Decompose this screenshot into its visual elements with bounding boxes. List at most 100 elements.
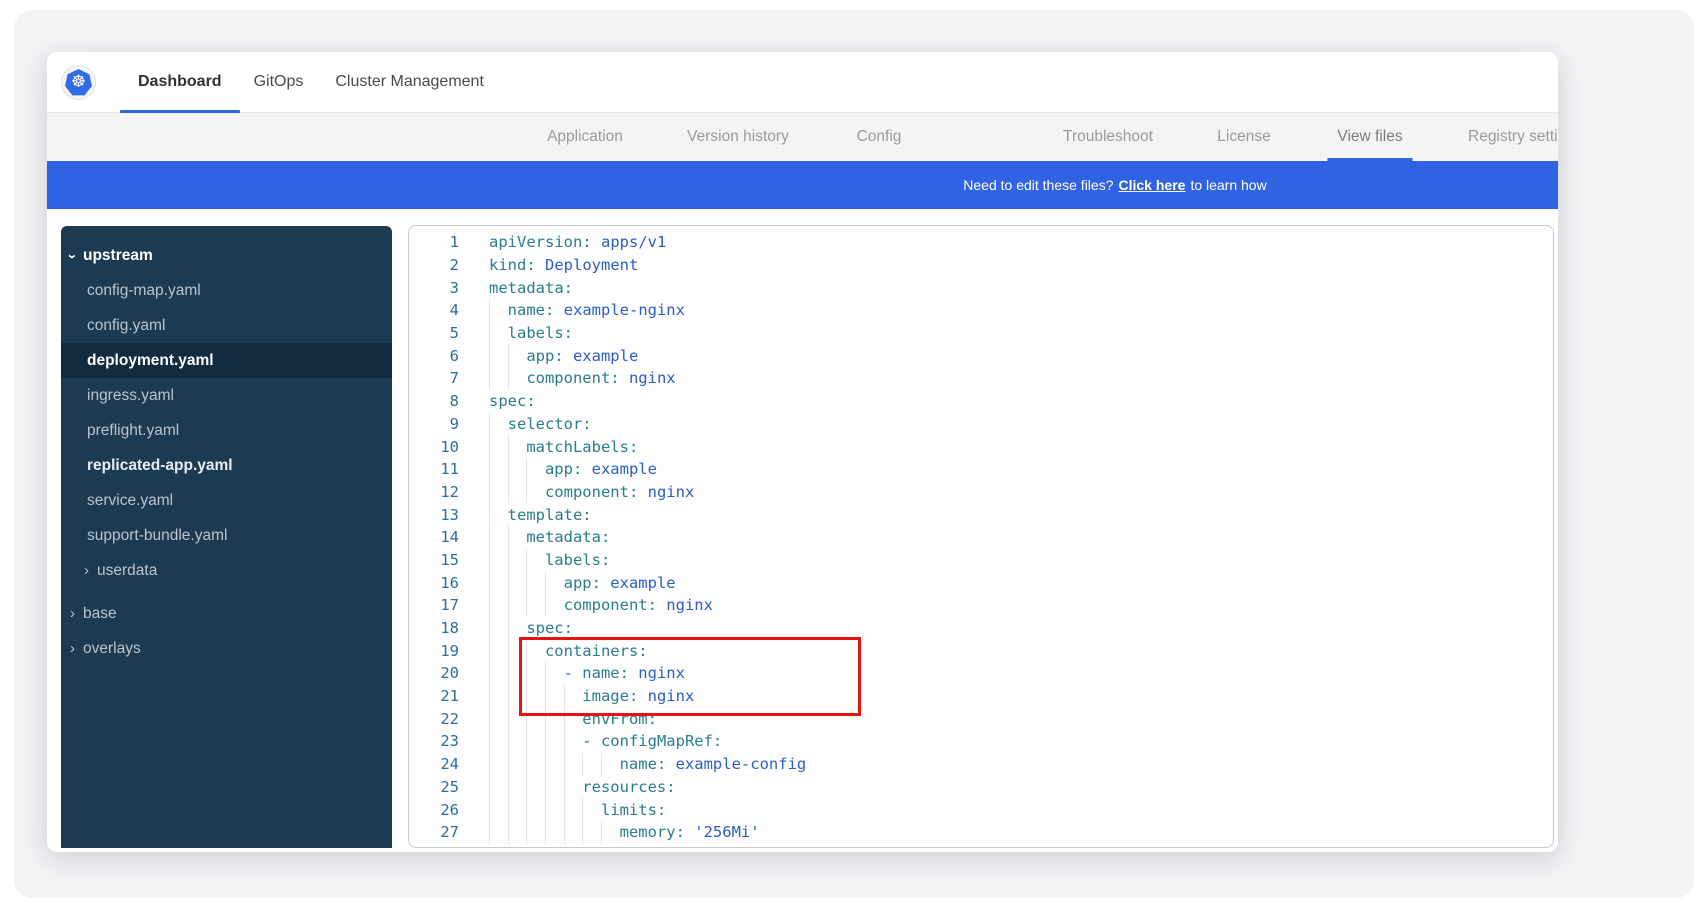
- code-line-12: 12component: nginx: [409, 481, 1553, 504]
- tab-license[interactable]: License: [1217, 113, 1270, 161]
- indent-guide: [526, 571, 545, 594]
- yaml-key: apiVersion:: [489, 233, 592, 251]
- tab-view-files[interactable]: View files: [1337, 113, 1402, 161]
- file-replicated-app-yaml[interactable]: replicated-app.yaml: [61, 448, 392, 483]
- yaml-key: metadata:: [489, 279, 573, 297]
- folder-base[interactable]: › base: [61, 596, 392, 631]
- indent-guide: [489, 730, 508, 753]
- yaml-key: name:: [620, 755, 667, 773]
- tree-item-label: replicated-app.yaml: [87, 457, 233, 475]
- code-line-22: 22envFrom:: [409, 707, 1553, 730]
- tree-item-label: upstream: [83, 247, 153, 265]
- line-number: 26: [409, 801, 459, 819]
- tree-item-label: overlays: [83, 640, 141, 658]
- line-number: 13: [409, 506, 459, 524]
- code-line-14: 14metadata:: [409, 526, 1553, 549]
- tab-application[interactable]: Application: [547, 113, 623, 161]
- file-service-yaml[interactable]: service.yaml: [61, 483, 392, 518]
- yaml-key: labels:: [545, 551, 610, 569]
- yaml-value: example-nginx: [554, 301, 685, 319]
- tab-version-history[interactable]: Version history: [687, 113, 789, 161]
- indent-guide: [508, 617, 527, 640]
- line-number: 20: [409, 664, 459, 682]
- chevron-right-icon[interactable]: ›: [70, 605, 75, 622]
- tab-dashboard[interactable]: Dashboard: [120, 52, 240, 113]
- code-line-25: 25resources:: [409, 776, 1553, 799]
- indent-guide: [508, 685, 527, 708]
- indent-guide: [545, 707, 564, 730]
- indent-guide: [526, 707, 545, 730]
- indent-guide: [508, 549, 527, 572]
- yaml-key: component:: [526, 369, 619, 387]
- indent-guide: [582, 821, 601, 844]
- indent-guide: [508, 798, 527, 821]
- indent-guide: [526, 685, 545, 708]
- file-config-yaml[interactable]: config.yaml: [61, 308, 392, 343]
- tab-registry-setti[interactable]: Registry setti: [1468, 113, 1558, 161]
- yaml-dash: -: [564, 664, 583, 682]
- line-number: 12: [409, 483, 459, 501]
- yaml-key: kind:: [489, 256, 536, 274]
- code-line-19: 19containers:: [409, 639, 1553, 662]
- yaml-value: example-config: [666, 755, 806, 773]
- indent-guide: [526, 639, 545, 662]
- indent-guide: [508, 639, 527, 662]
- yaml-file-viewer[interactable]: 1apiVersion: apps/v12kind: Deployment3me…: [408, 225, 1554, 848]
- click-here-link[interactable]: Click here: [1119, 177, 1186, 193]
- file-support-bundle-yaml[interactable]: support-bundle.yaml: [61, 518, 392, 553]
- line-number: 3: [409, 279, 459, 297]
- tree-item-label: base: [83, 605, 117, 623]
- file-preflight-yaml[interactable]: preflight.yaml: [61, 413, 392, 448]
- code-line-7: 7component: nginx: [409, 367, 1553, 390]
- chevron-down-icon[interactable]: ›: [64, 254, 81, 259]
- indent-guide: [582, 753, 601, 776]
- code-line-20: 20- name: nginx: [409, 662, 1553, 685]
- yaml-value: example: [601, 574, 676, 592]
- chevron-right-icon[interactable]: ›: [84, 562, 89, 579]
- code-line-3: 3 metadata:: [409, 276, 1553, 299]
- file-deployment-yaml[interactable]: deployment.yaml: [61, 343, 392, 378]
- indent-guide: [601, 821, 620, 844]
- file-ingress-yaml[interactable]: ingress.yaml: [61, 378, 392, 413]
- indent-guide: [508, 776, 527, 799]
- yaml-value: example: [582, 460, 657, 478]
- indent-guide: [564, 730, 583, 753]
- indent-guide: [508, 662, 527, 685]
- indent-guide: [489, 662, 508, 685]
- tab-troubleshoot[interactable]: Troubleshoot: [1063, 113, 1153, 161]
- yaml-value: nginx: [638, 483, 694, 501]
- tab-gitops[interactable]: GitOps: [254, 52, 304, 113]
- tab-cluster-management[interactable]: Cluster Management: [335, 52, 484, 113]
- yaml-key: template:: [508, 506, 592, 524]
- indent-guide: [526, 821, 545, 844]
- yaml-key: envFrom:: [582, 710, 657, 728]
- yaml-key: labels:: [508, 324, 573, 342]
- indent-guide: [582, 798, 601, 821]
- code-line-23: 23- configMapRef:: [409, 730, 1553, 753]
- indent-guide: [489, 798, 508, 821]
- indent-guide: [489, 322, 508, 345]
- indent-guide: [489, 707, 508, 730]
- indent-guide: [526, 594, 545, 617]
- line-number: 2: [409, 256, 459, 274]
- indent-guide: [489, 617, 508, 640]
- folder-userdata[interactable]: ›userdata: [61, 553, 392, 588]
- indent-guide: [545, 594, 564, 617]
- indent-guide: [489, 821, 508, 844]
- indent-guide: [489, 413, 508, 436]
- indent-guide: [489, 367, 508, 390]
- indent-guide: [508, 367, 527, 390]
- indent-guide: [545, 798, 564, 821]
- line-number: 25: [409, 778, 459, 796]
- line-number: 19: [409, 642, 459, 660]
- code-line-24: 24name: example-config: [409, 753, 1553, 776]
- edit-files-banner: Need to edit these files? Click here to …: [47, 161, 1558, 209]
- tab-config[interactable]: Config: [857, 113, 902, 161]
- file-config-map-yaml[interactable]: config-map.yaml: [61, 273, 392, 308]
- chevron-right-icon[interactable]: ›: [70, 640, 75, 657]
- folder-upstream[interactable]: ›upstream: [61, 238, 392, 273]
- indent-guide: [489, 571, 508, 594]
- line-number: 5: [409, 324, 459, 342]
- line-number: 16: [409, 574, 459, 592]
- folder-overlays[interactable]: › overlays: [61, 631, 392, 666]
